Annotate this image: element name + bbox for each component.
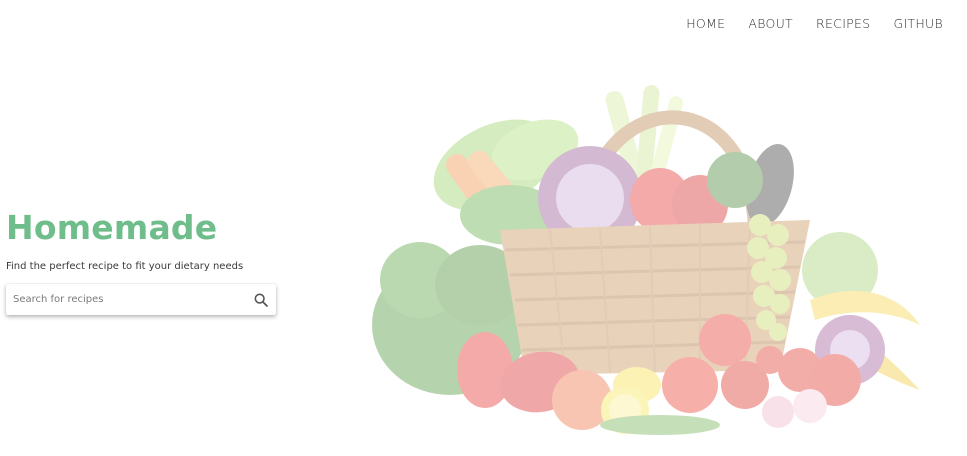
nav-about-link[interactable]: ABOUT xyxy=(748,16,793,31)
search-bar xyxy=(6,284,276,315)
page-title: Homemade xyxy=(6,208,218,247)
nav-home-link[interactable]: HOME xyxy=(686,16,725,31)
search-input[interactable] xyxy=(6,284,246,315)
top-nav: HOME ABOUT RECIPES GITHUB xyxy=(686,16,943,31)
search-button[interactable] xyxy=(246,284,276,315)
page: HOME ABOUT RECIPES GITHUB Homemade Find … xyxy=(0,0,967,456)
search-icon xyxy=(254,293,268,307)
nav-github-link[interactable]: GITHUB xyxy=(893,16,943,31)
vegetable-basket-illustration xyxy=(372,85,920,435)
tagline: Find the perfect recipe to fit your diet… xyxy=(6,261,244,272)
nav-recipes-link[interactable]: RECIPES xyxy=(816,16,870,31)
